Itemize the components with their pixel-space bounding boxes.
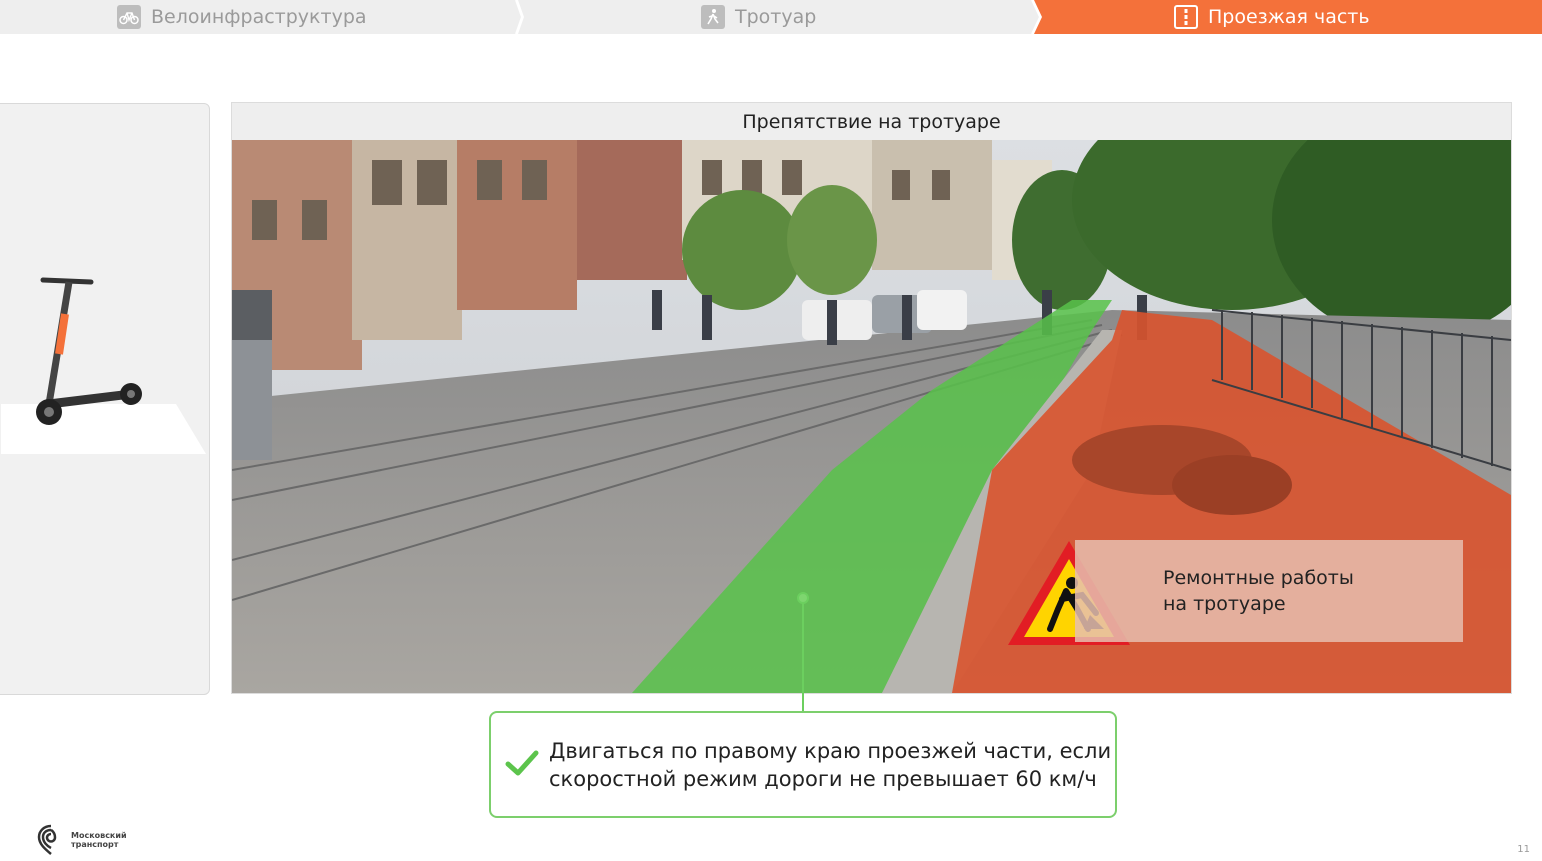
moscow-transport-logo: Московский транспорт	[37, 824, 127, 856]
callout-connector-line	[802, 598, 804, 711]
step-cycling-infrastructure[interactable]: Велоинфраструктура	[117, 0, 367, 34]
step-label: Тротуар	[735, 6, 817, 28]
rule-callout-text: Двигаться по правому краю проезжей части…	[549, 738, 1112, 791]
rule-callout: Двигаться по правому краю проезжей части…	[489, 711, 1117, 818]
road-icon	[1174, 5, 1198, 29]
panel-title: Препятствие на тротуаре	[232, 103, 1511, 140]
step-sidewalk[interactable]: Тротуар	[701, 0, 816, 34]
scooter-illustration	[1, 277, 206, 454]
step-label: Велоинфраструктура	[151, 6, 367, 28]
page-number: 11	[1517, 844, 1530, 855]
callout-connector-dot	[797, 592, 809, 604]
road-works-note: Ремонтные работы на тротуаре	[1075, 540, 1463, 642]
road-works-note-text: Ремонтные работы на тротуаре	[1163, 567, 1354, 615]
check-icon	[505, 749, 543, 781]
step-label: Проезжая часть	[1208, 6, 1370, 28]
pedestrian-icon	[701, 5, 725, 29]
logo-text: Московский транспорт	[71, 831, 127, 849]
bicycle-icon	[117, 5, 141, 29]
step-roadway[interactable]: Проезжая часть	[1174, 0, 1370, 34]
moscow-transport-logo-icon	[37, 824, 57, 855]
step-bar: Велоинфраструктура Тротуар Проезжая част…	[0, 0, 1542, 34]
scooter-card	[0, 103, 210, 695]
